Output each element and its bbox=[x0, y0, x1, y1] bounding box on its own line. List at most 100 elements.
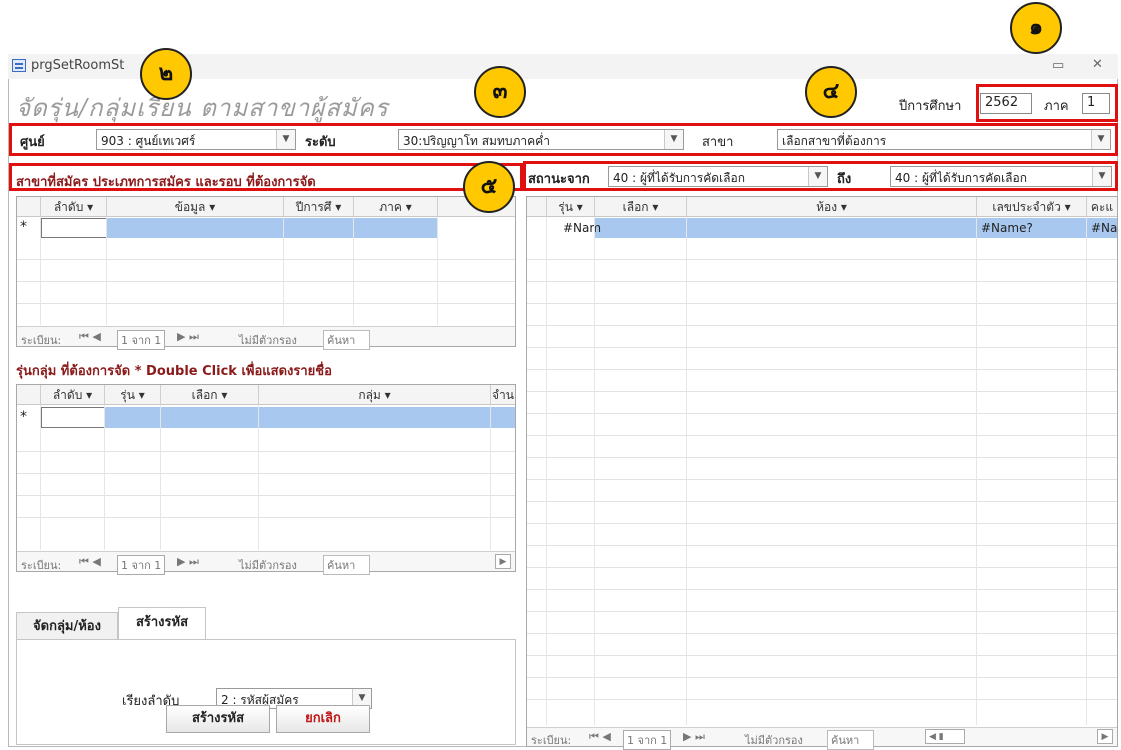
record-position[interactable]: 1 จาก 1 bbox=[623, 730, 672, 750]
row-divider bbox=[527, 677, 1117, 678]
row-divider bbox=[17, 281, 515, 282]
search-box[interactable]: ค้นหา bbox=[323, 330, 371, 350]
selected-row[interactable] bbox=[105, 407, 515, 428]
grid-groups[interactable]: ลำดับ ▾ รุ่น ▾ เลือก ▾ กลุ่ม ▾ จำน * ระเ… bbox=[16, 384, 516, 575]
row-divider bbox=[17, 517, 515, 518]
grid-cell[interactable]: #Name? bbox=[981, 221, 1033, 235]
record-navigator: ระเบียน: ⏮ ◀ 1 จาก 1 ▶ ⏭ ไม่มีตัวกรอง ค้… bbox=[17, 551, 515, 575]
col-divider bbox=[104, 405, 105, 550]
row-divider bbox=[527, 655, 1117, 656]
record-label: ระเบียน: bbox=[21, 334, 62, 347]
col-divider bbox=[1086, 217, 1087, 725]
grid-programs[interactable]: ลำดับ ▾ ข้อมูล ▾ ปีการศึ ▾ ภาค ▾ * ระเบี… bbox=[16, 196, 516, 350]
create-code-button[interactable]: สร้างรหัส bbox=[166, 705, 270, 733]
form-heading: จัดรุ่น/กลุ่มเรียน ตามสาขาผู้สมัคร bbox=[16, 94, 389, 122]
row-divider bbox=[17, 451, 515, 452]
row-divider bbox=[527, 435, 1117, 436]
row-divider bbox=[527, 325, 1117, 326]
first-record-icon[interactable]: ⏮ ◀ bbox=[79, 555, 101, 569]
tab-group-room[interactable]: จัดกลุ่ม/ห้อง bbox=[16, 612, 118, 639]
grid-cell[interactable] bbox=[41, 218, 107, 238]
col-header[interactable]: จำน bbox=[491, 385, 515, 405]
row-divider bbox=[527, 457, 1117, 458]
col-header[interactable]: รุ่น ▾ bbox=[547, 197, 595, 217]
row-divider bbox=[17, 473, 515, 474]
col-header[interactable]: เลือก ▾ bbox=[595, 197, 687, 217]
row-selector-header bbox=[17, 197, 41, 217]
col-header[interactable]: ปีการศึ ▾ bbox=[284, 197, 354, 217]
row-divider bbox=[527, 501, 1117, 502]
highlight-box-3 bbox=[9, 163, 523, 191]
col-divider bbox=[40, 217, 41, 325]
close-icon[interactable]: ✕ bbox=[1092, 57, 1103, 72]
highlight-box-1 bbox=[976, 84, 1118, 122]
row-selector-header bbox=[17, 385, 41, 405]
col-divider bbox=[594, 217, 595, 725]
row-divider bbox=[527, 413, 1117, 414]
col-header[interactable]: เลือก ▾ bbox=[161, 385, 259, 405]
col-divider bbox=[546, 217, 547, 725]
callout-4: ๔ bbox=[805, 66, 857, 118]
col-divider bbox=[106, 217, 107, 325]
grid-cell[interactable]: #Na bbox=[1091, 221, 1117, 235]
record-navigator: ระเบียน: ⏮ ◀ 1 จาก 1 ▶ ⏭ ไม่มีตัวกรอง ค้… bbox=[17, 326, 515, 350]
row-divider bbox=[527, 567, 1117, 568]
col-divider bbox=[283, 217, 284, 325]
col-divider bbox=[490, 405, 491, 550]
col-header[interactable]: กลุ่ม ▾ bbox=[259, 385, 491, 405]
col-header[interactable]: ภาค ▾ bbox=[354, 197, 438, 217]
col-divider bbox=[160, 405, 161, 550]
col-header[interactable]: ลำดับ ▾ bbox=[41, 197, 107, 217]
window-title: prgSetRoomSt bbox=[31, 58, 125, 73]
row-divider bbox=[527, 545, 1117, 546]
callout-1: ๑ bbox=[1010, 2, 1062, 54]
horizontal-scrollbar[interactable]: ◀ ▮ bbox=[925, 729, 965, 744]
record-position[interactable]: 1 จาก 1 bbox=[117, 555, 166, 575]
row-divider bbox=[527, 303, 1117, 304]
minimize-icon[interactable]: ▭ bbox=[1052, 58, 1064, 73]
row-divider bbox=[17, 259, 515, 260]
scroll-right-icon[interactable]: ▶ bbox=[495, 554, 511, 569]
first-record-icon[interactable]: ⏮ ◀ bbox=[79, 330, 101, 344]
row-divider bbox=[17, 495, 515, 496]
col-header[interactable]: ข้อมูล ▾ bbox=[107, 197, 284, 217]
callout-2: ๒ bbox=[140, 48, 192, 100]
section2-title: รุ่นกลุ่ม ที่ต้องการจัด * Double Click เ… bbox=[16, 364, 332, 379]
record-position[interactable]: 1 จาก 1 bbox=[117, 330, 166, 350]
search-box[interactable]: ค้นหา bbox=[827, 730, 875, 750]
col-header[interactable]: ห้อง ▾ bbox=[687, 197, 977, 217]
scroll-right-icon[interactable]: ▶ bbox=[1097, 729, 1113, 744]
grid-students[interactable]: รุ่น ▾ เลือก ▾ ห้อง ▾ เลขประจำตัว ▾ คะแ … bbox=[526, 196, 1118, 750]
new-record-icon: * bbox=[20, 409, 27, 425]
col-header[interactable]: ลำดับ ▾ bbox=[41, 385, 105, 405]
filter-indicator[interactable]: ไม่มีตัวกรอง bbox=[239, 331, 297, 349]
col-divider bbox=[437, 217, 438, 325]
selected-row[interactable] bbox=[107, 218, 438, 238]
tab-create-code[interactable]: สร้างรหัส bbox=[118, 607, 206, 640]
filter-indicator[interactable]: ไม่มีตัวกรอง bbox=[239, 556, 297, 574]
col-header[interactable]: เลขประจำตัว ▾ bbox=[977, 197, 1087, 217]
search-box[interactable]: ค้นหา bbox=[323, 555, 371, 575]
grid-cell[interactable] bbox=[41, 407, 105, 428]
next-record-icon[interactable]: ▶ ⏭ bbox=[683, 730, 705, 744]
selected-row[interactable] bbox=[595, 218, 1117, 238]
col-header[interactable]: รุ่น ▾ bbox=[105, 385, 161, 405]
next-record-icon[interactable]: ▶ ⏭ bbox=[177, 330, 199, 344]
col-header[interactable]: คะแ bbox=[1087, 197, 1117, 217]
grid-cell[interactable]: #Nam bbox=[563, 221, 601, 235]
row-divider bbox=[527, 589, 1117, 590]
callout-5: ๕ bbox=[463, 161, 515, 213]
row-divider bbox=[527, 633, 1117, 634]
row-divider bbox=[527, 347, 1117, 348]
col-divider bbox=[40, 405, 41, 550]
highlight-box-4 bbox=[523, 161, 1118, 191]
next-record-icon[interactable]: ▶ ⏭ bbox=[177, 555, 199, 569]
form-icon bbox=[12, 59, 26, 72]
col-divider bbox=[686, 217, 687, 725]
first-record-icon[interactable]: ⏮ ◀ bbox=[589, 730, 611, 744]
filter-indicator[interactable]: ไม่มีตัวกรอง bbox=[745, 731, 803, 749]
col-divider bbox=[353, 217, 354, 325]
col-divider bbox=[258, 405, 259, 550]
cancel-button[interactable]: ยกเลิก bbox=[276, 705, 370, 733]
row-divider bbox=[527, 391, 1117, 392]
